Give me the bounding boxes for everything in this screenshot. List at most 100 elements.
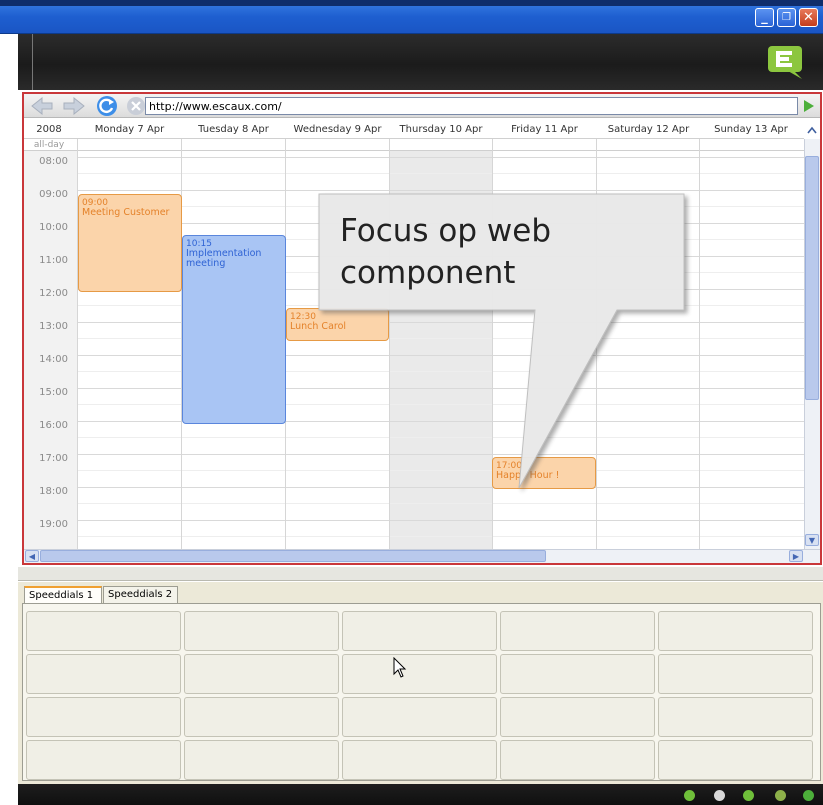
time-label: 09:00 [39,189,68,200]
speeddial-button[interactable] [658,740,813,780]
scroll-down-button[interactable]: ▼ [805,534,819,546]
speeddial-button[interactable] [500,654,655,694]
event-lunch-carol[interactable]: 12:30 Lunch Carol [286,308,389,341]
hour-line [77,487,804,488]
forward-arrow-icon[interactable] [62,97,86,115]
day-header-tuesday[interactable]: Tuesday 8 Apr [182,124,285,138]
day-header-friday[interactable]: Friday 11 Apr [493,124,596,138]
speeddial-button[interactable] [658,697,813,737]
speeddial-button[interactable] [342,654,497,694]
titlebar-top-edge [0,0,823,6]
app-header [18,34,823,90]
day-divider [699,139,700,549]
speeddial-button[interactable] [658,611,813,651]
refresh-icon[interactable] [96,95,118,117]
close-icon: ✕ [803,10,814,25]
day-header-sunday[interactable]: Sunday 13 Apr [700,124,802,138]
day-divider [389,139,390,549]
speeddial-button[interactable] [26,654,181,694]
chevron-left-icon: ◀ [28,551,36,561]
time-label: 15:00 [39,387,68,398]
half-hour-line [77,536,804,537]
close-button[interactable]: ✕ [799,8,818,27]
stop-icon[interactable] [126,96,146,116]
day-header-saturday[interactable]: Saturday 12 Apr [597,124,700,138]
tab-speeddials-1[interactable]: Speeddials 1 [24,586,102,603]
event-implementation-meeting[interactable]: 10:15 Implementation meeting [182,235,286,424]
restore-button[interactable]: ❐ [777,8,796,27]
bug-status-icon[interactable] [775,790,786,801]
time-label: 16:00 [39,420,68,431]
minimize-button[interactable]: _ [755,8,774,27]
splitter-bar[interactable] [18,567,823,581]
half-hour-line [77,503,804,504]
half-hour-line [77,206,804,207]
event-title: Lunch Carol [290,321,347,332]
back-arrow-icon[interactable] [30,97,54,115]
speeddial-button[interactable] [342,740,497,780]
event-meeting-customer[interactable]: 09:00 Meeting Customer [78,194,182,292]
speeddial-button[interactable] [500,697,655,737]
header-divider [32,34,33,90]
chevron-down-icon: ▼ [808,535,816,545]
half-hour-line [77,437,804,438]
day-divider [596,139,597,549]
half-hour-line [77,173,804,174]
event-title: Implementation meeting [186,248,262,269]
speeddial-button[interactable] [184,697,339,737]
minimize-icon: _ [761,10,768,25]
speeddial-button[interactable] [500,611,655,651]
all-day-label: all-day [33,140,65,150]
speeddial-button[interactable] [26,740,181,780]
presence-status-icon[interactable] [743,790,754,801]
speeddial-button[interactable] [658,654,813,694]
half-hour-line [77,470,804,471]
settings-status-icon[interactable] [714,790,725,801]
escaux-logo-icon [768,46,802,79]
time-label: 17:00 [39,453,68,464]
scroll-up-icon[interactable] [806,124,818,136]
status-bar [18,784,823,805]
hour-line [77,520,804,521]
day-header-wednesday[interactable]: Wednesday 9 Apr [286,124,389,138]
tab-speeddials-2[interactable]: Speeddials 2 [103,586,178,603]
time-label: 13:00 [39,321,68,332]
all-day-row[interactable] [24,139,804,151]
hour-line [77,190,804,191]
mouse-cursor-icon [393,657,407,678]
event-happy-hour[interactable]: 17:00 Happy Hour ! [492,457,596,489]
speeddial-button[interactable] [184,611,339,651]
time-label: 10:00 [39,222,68,233]
hour-line [77,454,804,455]
callout-text: Focus op web component [340,213,551,291]
time-label: 11:00 [39,255,68,266]
phone-status-icon[interactable] [684,790,695,801]
time-label: 14:00 [39,354,68,365]
chevron-right-icon: ▶ [792,551,800,561]
connection-status-icon[interactable] [803,790,814,801]
day-header-monday[interactable]: Monday 7 Apr [78,124,181,138]
horizontal-scroll-thumb[interactable] [40,550,546,562]
hour-line [77,157,804,158]
scroll-right-button[interactable]: ▶ [789,550,803,562]
restore-icon: ❐ [782,12,791,23]
speeddial-button[interactable] [342,611,497,651]
speeddial-button[interactable] [184,740,339,780]
speeddial-button[interactable] [26,697,181,737]
time-label: 19:00 [39,519,68,530]
url-input[interactable]: http://www.escaux.com/ [145,97,798,115]
time-label: 18:00 [39,486,68,497]
speeddial-button[interactable] [26,611,181,651]
day-header-thursday[interactable]: Thursday 10 Apr [390,124,492,138]
speeddial-button[interactable] [342,697,497,737]
speeddial-button[interactable] [184,654,339,694]
time-label: 08:00 [39,156,68,167]
scroll-left-button[interactable]: ◀ [25,550,39,562]
speeddial-button[interactable] [500,740,655,780]
calendar-year: 2008 [36,124,62,135]
event-title: Meeting Customer [82,207,170,218]
time-label: 12:00 [39,288,68,299]
vertical-scroll-thumb[interactable] [805,156,819,400]
event-title: Happy Hour ! [496,470,560,481]
go-icon[interactable] [800,98,816,114]
